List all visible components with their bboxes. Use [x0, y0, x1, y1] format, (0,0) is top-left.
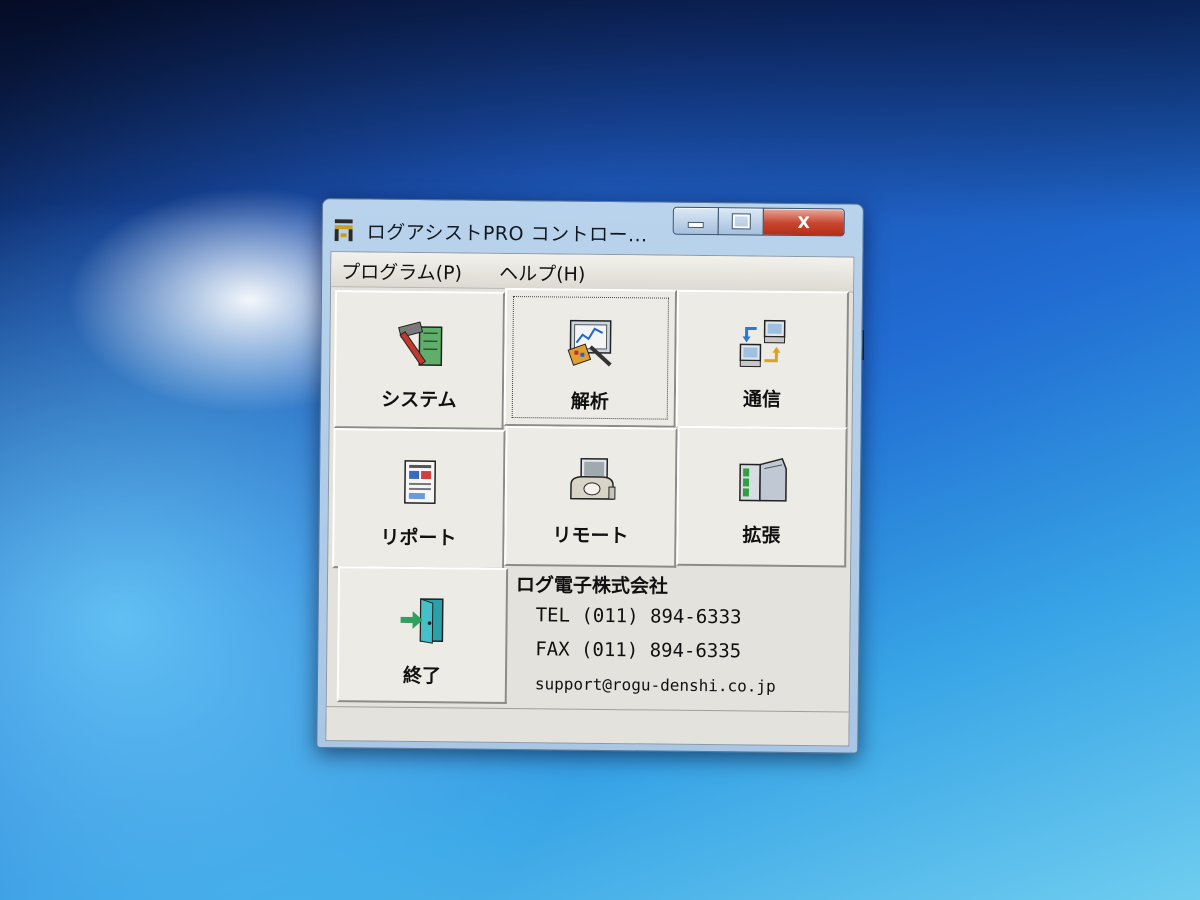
close-icon: X: [797, 212, 811, 232]
maximize-icon: [731, 213, 751, 230]
exit-label: 終了: [402, 664, 442, 688]
minimize-button[interactable]: [672, 206, 719, 236]
company-tel: TEL (011) 894-6333: [535, 604, 742, 629]
exit-door-icon: [400, 598, 444, 644]
analysis-chart-icon: [567, 319, 612, 367]
window-title: ログアシストPRO コントロー...: [366, 221, 648, 247]
analysis-button[interactable]: 解析: [503, 287, 678, 428]
expansion-box-icon: [739, 457, 787, 502]
system-label: システム: [381, 388, 457, 412]
launcher-grid: システム 解析 通信 リポート リモート 拡張 終了 ログ電子株式会社 TEL …: [331, 287, 850, 708]
report-label: リポート: [380, 526, 457, 550]
analysis-label: 解析: [570, 390, 609, 414]
menu-program[interactable]: プログラム(P): [341, 257, 462, 285]
report-document-icon: [404, 460, 437, 504]
company-fax: FAX (011) 894-6335: [535, 638, 742, 663]
caption-buttons: X: [672, 206, 849, 237]
remote-button[interactable]: リモート: [504, 425, 678, 568]
remote-label: リモート: [552, 524, 629, 548]
network-computers-icon: [739, 319, 786, 368]
title-bar[interactable]: ログアシストPRO コントロー... X: [322, 199, 863, 257]
hammer-ruler-icon: [398, 321, 443, 367]
exit-button[interactable]: 終了: [336, 566, 509, 704]
company-email: support@rogu-denshi.co.jp: [534, 674, 776, 696]
expansion-label: 拡張: [742, 524, 781, 547]
logassist-app-icon: [334, 219, 353, 242]
company-name: ログ電子株式会社: [515, 574, 669, 598]
app-window: ログアシストPRO コントロー... X プログラム(P) ヘルプ(H) システ…: [316, 198, 864, 754]
minimize-icon: [687, 221, 704, 228]
maximize-button[interactable]: [717, 207, 764, 236]
close-button[interactable]: X: [762, 207, 845, 237]
company-info: ログ電子株式会社 TEL (011) 894-6333 FAX (011) 89…: [509, 568, 846, 708]
menu-help[interactable]: ヘルプ(H): [499, 259, 585, 287]
report-button[interactable]: リポート: [332, 428, 506, 570]
communication-button[interactable]: 通信: [675, 289, 850, 430]
telephone-icon: [570, 457, 616, 500]
client-area: プログラム(P) ヘルプ(H) システム 解析 通信 リポート リモート 拡張 …: [325, 251, 855, 747]
expansion-button[interactable]: 拡張: [676, 425, 848, 568]
communication-label: 通信: [742, 388, 782, 411]
status-bar: [326, 706, 849, 745]
menu-bar: プログラム(P) ヘルプ(H): [331, 252, 854, 293]
system-button[interactable]: システム: [333, 290, 506, 430]
